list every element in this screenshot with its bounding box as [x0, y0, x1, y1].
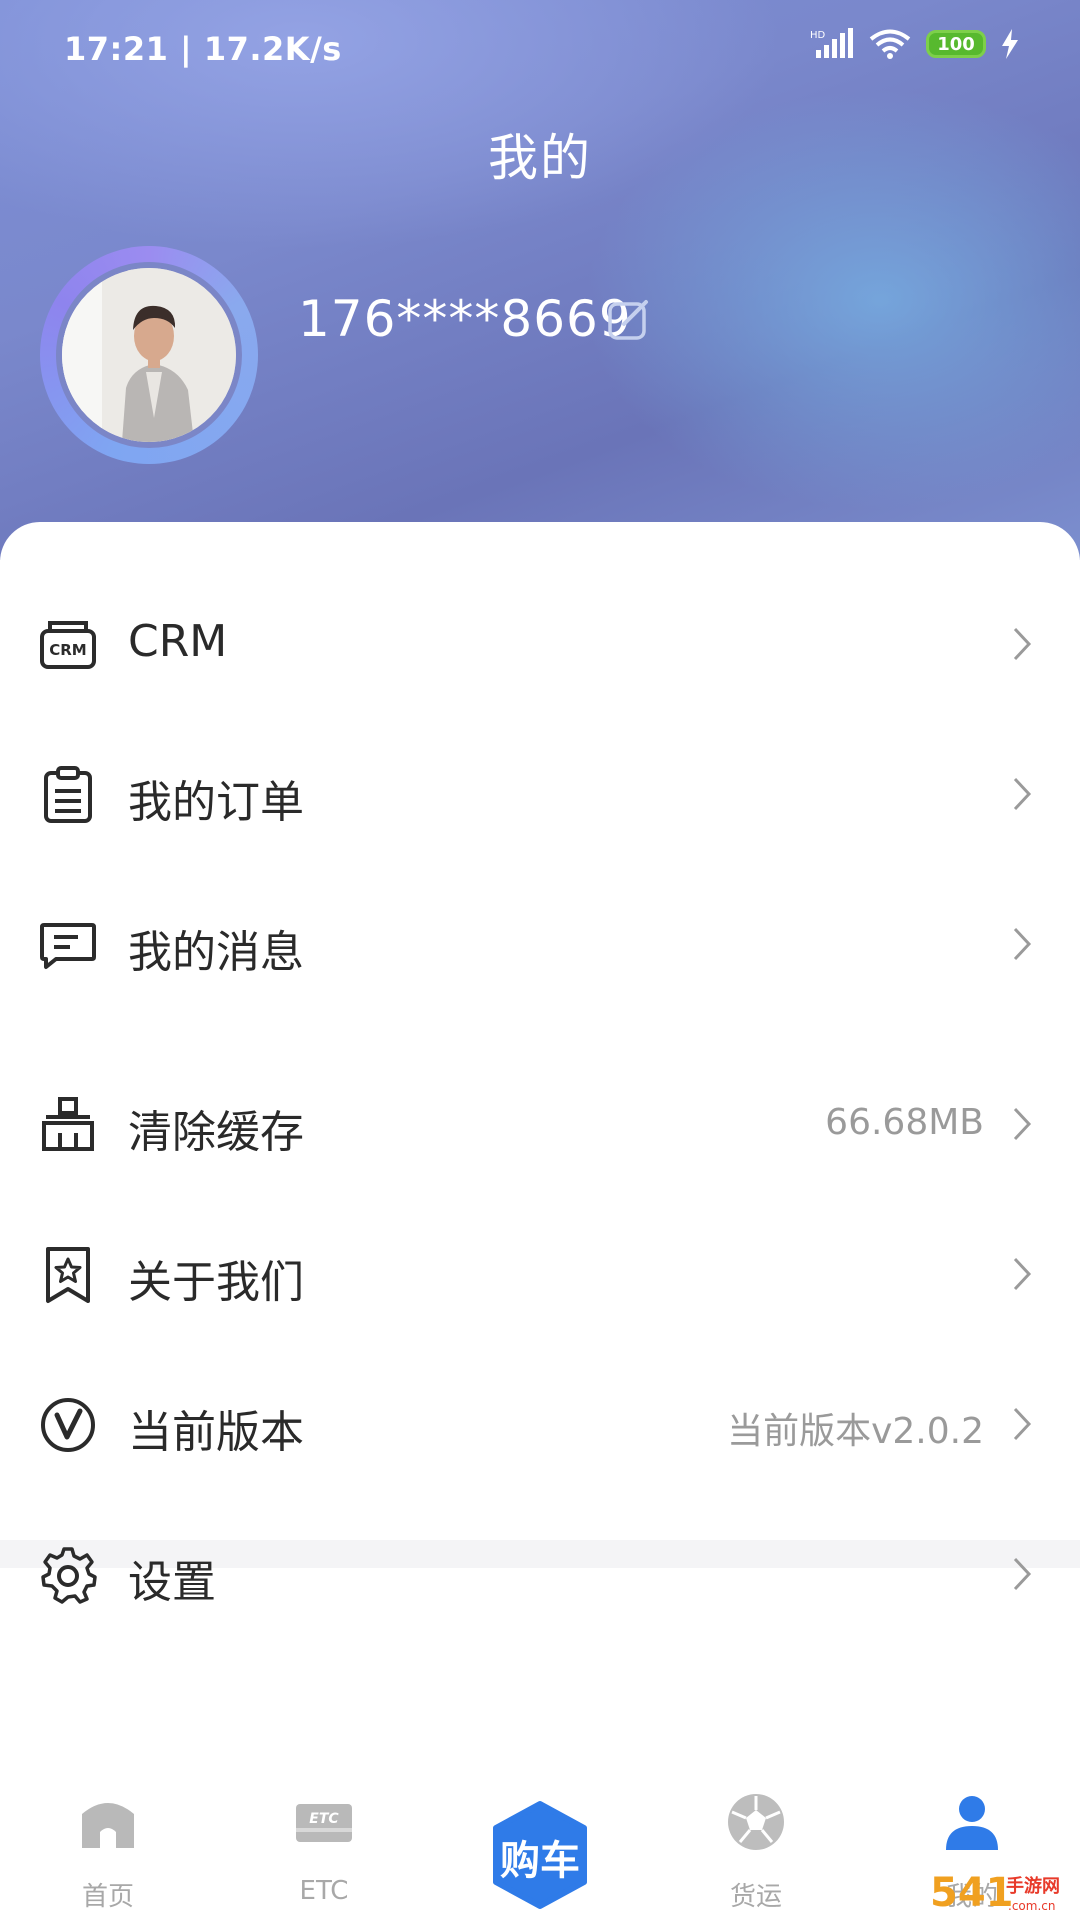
edit-icon[interactable] [606, 296, 652, 342]
menu-item-label: 当前版本 [128, 1407, 304, 1458]
menu-item-about[interactable]: 关于我们 [0, 1196, 1080, 1346]
avatar[interactable] [40, 246, 258, 464]
version-value: 当前版本v2.0.2 [727, 1411, 984, 1452]
tab-label: 购车 [500, 1838, 580, 1884]
status-time: 17:21 | 17.2K/s [64, 30, 342, 68]
status-icons: HD 100 [810, 28, 1020, 60]
svg-text:手游网: 手游网 [1006, 1875, 1060, 1897]
svg-text:541: 541 [930, 1870, 1014, 1916]
signal-icon: HD [810, 28, 853, 58]
status-bar: 17:21 | 17.2K/s HD 100 [64, 28, 1020, 72]
battery-icon: 100 [926, 30, 986, 58]
svg-text:HD: HD [810, 30, 826, 41]
tab-freight[interactable]: 货运 [648, 1770, 864, 1920]
svg-text:CRM: CRM [49, 641, 87, 659]
menu-item-label: 我的订单 [128, 777, 304, 828]
menu-item-label: 清除缓存 [128, 1107, 304, 1158]
wifi-icon [869, 29, 911, 59]
tab-etc[interactable]: ETC ETC [216, 1770, 432, 1920]
star-bookmark-icon [46, 1247, 90, 1303]
page-title: 我的 [488, 129, 592, 187]
menu-item-label: CRM [128, 616, 228, 667]
etc-card-icon: ETC [296, 1804, 352, 1842]
profile-header-background: 17:21 | 17.2K/s HD 100 我的 176****8669 [0, 0, 1080, 560]
chevron-right-icon [1013, 1557, 1032, 1591]
tab-buy-car[interactable]: 购车 [490, 1800, 590, 1910]
menu-item-crm[interactable]: CRM CRM [0, 566, 1080, 716]
avatar-photo [62, 268, 236, 442]
tab-home[interactable]: 首页 [0, 1770, 216, 1920]
menu-item-label: 设置 [128, 1557, 216, 1608]
user-phone: 176****8669 [298, 290, 632, 348]
menu-item-messages[interactable]: 我的消息 [0, 866, 1080, 1016]
menu-item-settings[interactable]: 设置 [0, 1496, 1080, 1646]
menu-card: CRM CRM 我的订单 我的消息 清除缓存 66.68MB 关于我们 当前版本… [0, 522, 1080, 1772]
watermark-logo: 541 手游网 .com.cn [930, 1870, 1060, 1916]
chevron-right-icon [1013, 1407, 1032, 1441]
version-icon [41, 1398, 95, 1452]
clipboard-icon [44, 766, 92, 823]
broom-icon [42, 1097, 94, 1151]
chevron-right-icon [1013, 777, 1032, 811]
chevron-right-icon [1013, 627, 1032, 661]
tab-label: ETC [299, 1876, 349, 1906]
chevron-right-icon [1013, 1257, 1032, 1291]
home-icon [82, 1803, 134, 1848]
message-icon [40, 923, 96, 969]
menu-item-label: 关于我们 [128, 1257, 304, 1308]
gear-icon [41, 1547, 97, 1604]
tab-label: 货运 [729, 1882, 782, 1912]
menu-item-version[interactable]: 当前版本 当前版本v2.0.2 [0, 1346, 1080, 1496]
menu-item-clear-cache[interactable]: 清除缓存 66.68MB [0, 1046, 1080, 1196]
user-icon [946, 1796, 998, 1850]
charging-icon [1002, 29, 1018, 59]
chevron-right-icon [1013, 927, 1032, 961]
menu-item-label: 我的消息 [128, 927, 304, 978]
svg-text:ETC: ETC [309, 1811, 339, 1827]
crm-icon: CRM [40, 621, 96, 669]
chevron-right-icon [1013, 1107, 1032, 1141]
menu-item-orders[interactable]: 我的订单 [0, 716, 1080, 866]
person-photo-icon [62, 268, 236, 442]
tab-label: 首页 [81, 1882, 134, 1912]
svg-text:.com.cn: .com.cn [1008, 1899, 1055, 1913]
cache-size-value: 66.68MB [825, 1102, 984, 1143]
freight-ball-icon [728, 1794, 784, 1850]
